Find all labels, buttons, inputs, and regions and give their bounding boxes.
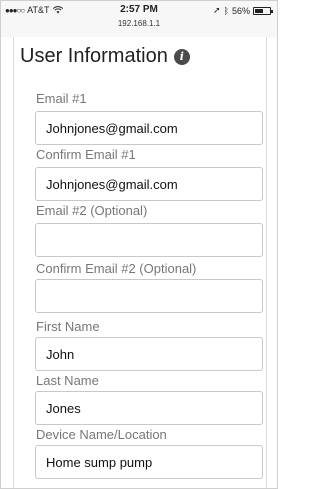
battery-percent: 56% <box>231 5 250 16</box>
url-address: 192.168.1.1 <box>117 19 161 28</box>
section-heading: User Information i <box>20 45 190 68</box>
right-status: ➚ ᛒ 56% <box>213 5 273 16</box>
location-arrow-icon: ➚ <box>213 5 221 15</box>
info-icon[interactable]: i <box>173 48 190 65</box>
email-1-label: Email #1 <box>36 91 87 106</box>
form-panel: User Information i Email #1 Confirm Emai… <box>13 37 267 488</box>
confirm-email-2-label: Confirm Email #2 (Optional) <box>36 261 197 276</box>
battery-tip <box>271 9 273 13</box>
battery-icon <box>253 6 273 15</box>
phone-screen: ●●●○○ AT&T 2:57 PM 192.168.1.1 ➚ ᛒ 56% U… <box>0 0 278 489</box>
last-name-label: Last Name <box>36 373 99 388</box>
confirm-email-1-label: Confirm Email #1 <box>36 147 136 162</box>
email-1-input[interactable] <box>35 111 263 145</box>
first-name-input[interactable] <box>35 337 263 371</box>
status-bar: ●●●○○ AT&T 2:57 PM 192.168.1.1 ➚ ᛒ 56% <box>1 1 277 37</box>
email-2-label: Email #2 (Optional) <box>36 203 148 218</box>
device-location-label: Device Name/Location <box>36 427 167 442</box>
bluetooth-icon: ᛒ <box>223 5 229 16</box>
device-location-input[interactable] <box>35 445 263 479</box>
confirm-email-1-input[interactable] <box>35 167 263 201</box>
last-name-input[interactable] <box>35 391 263 425</box>
page-title: User Information <box>20 45 168 67</box>
battery-fill <box>255 8 263 13</box>
first-name-label: First Name <box>36 319 100 334</box>
confirm-email-2-input[interactable] <box>35 279 263 313</box>
email-2-input[interactable] <box>35 223 263 257</box>
